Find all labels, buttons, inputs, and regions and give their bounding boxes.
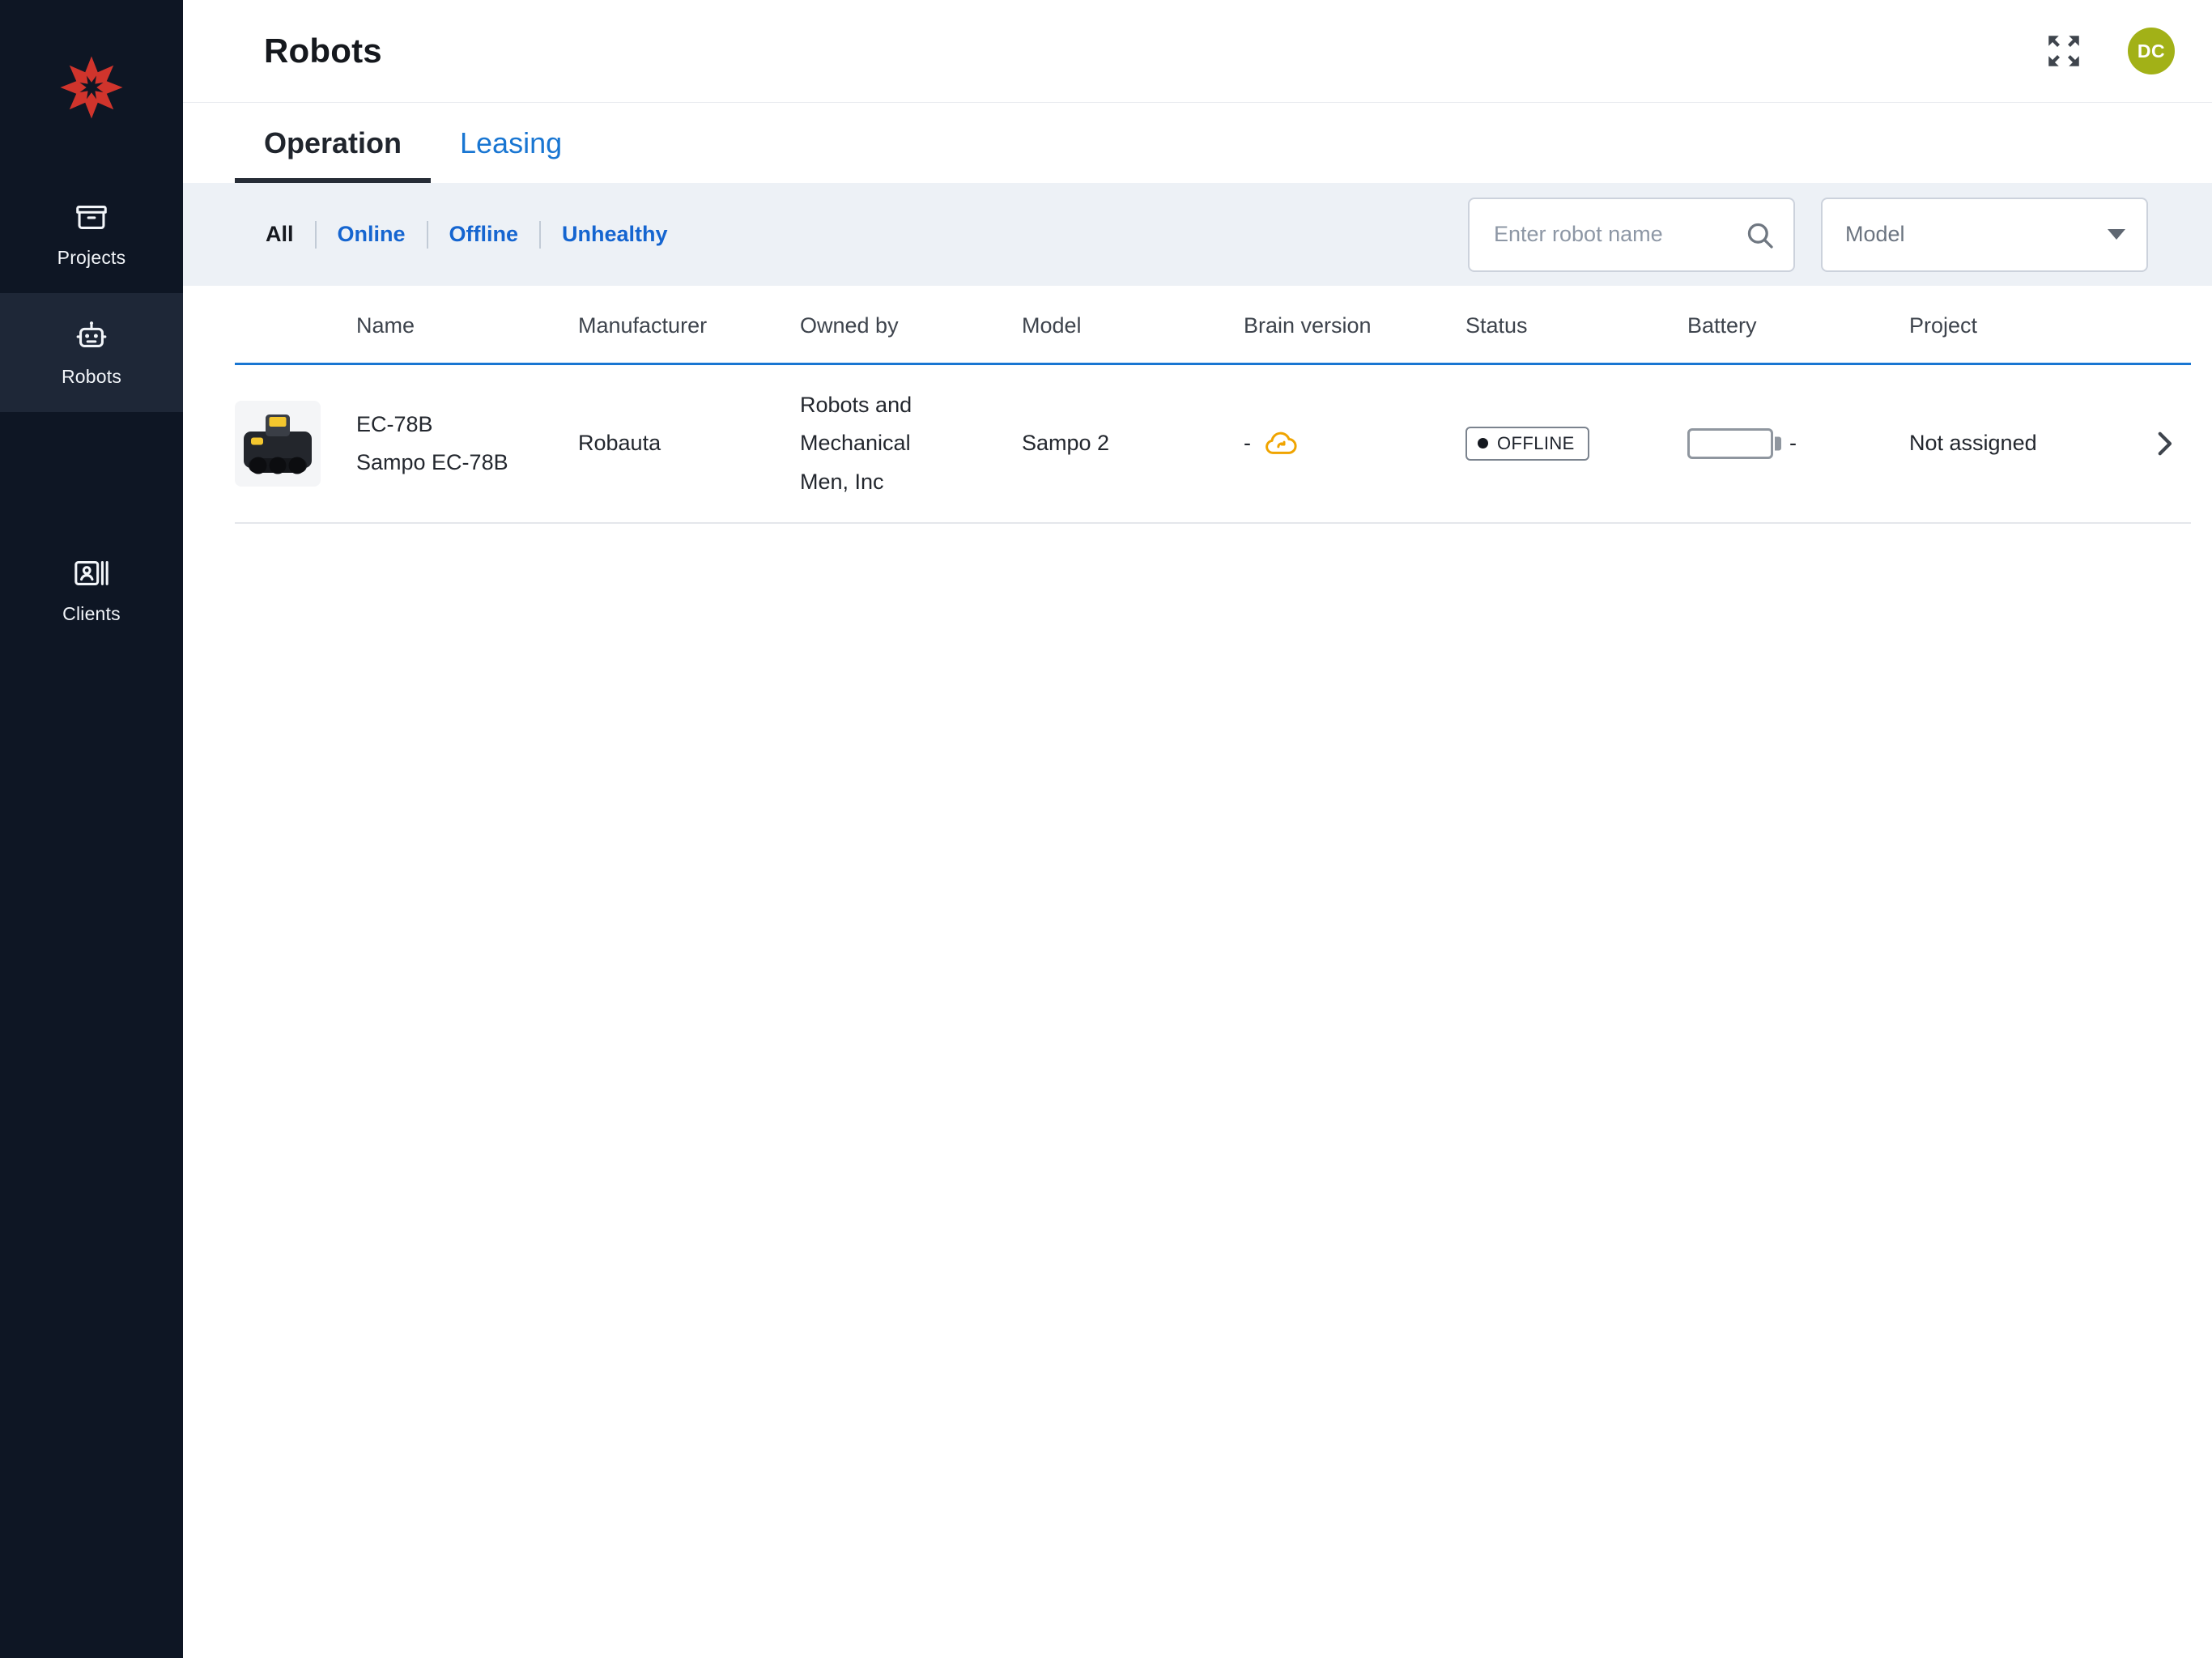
model-select-label: Model (1845, 222, 1905, 247)
cell-owned-by: Robots and Mechanical Men, Inc (800, 364, 1022, 523)
column-header-status: Status (1465, 286, 1687, 364)
topbar-actions: DC (2044, 28, 2175, 74)
cell-project: Not assigned (1909, 364, 2131, 523)
main-content: Robots DC Operation Leasing All Online O… (183, 0, 2212, 1658)
chevron-right-icon[interactable] (2147, 427, 2181, 461)
column-header-brain-version: Brain version (1244, 286, 1465, 364)
cloud-sync-icon (1264, 427, 1298, 461)
status-dot-icon (1478, 438, 1488, 449)
column-header-name: Name (356, 286, 578, 364)
cell-name: EC-78B Sampo EC-78B (356, 364, 578, 523)
robot-id: EC-78B (356, 406, 568, 444)
sidebar-item-clients[interactable]: Clients (0, 530, 183, 649)
page-title: Robots (264, 32, 382, 70)
cell-brain-version: - (1244, 364, 1465, 523)
app-root: Projects Robots (0, 0, 2212, 1658)
robot-thumbnail (235, 401, 321, 487)
expand-icon[interactable] (2044, 31, 2084, 71)
filter-bar: All Online Offline Unhealthy (183, 183, 2212, 286)
table-row[interactable]: EC-78B Sampo EC-78B Robauta Robots and M… (235, 364, 2191, 523)
robot-name: Sampo EC-78B (356, 444, 568, 482)
column-header-manufacturer: Manufacturer (578, 286, 800, 364)
search-input[interactable] (1492, 221, 1743, 248)
search-box (1468, 198, 1795, 272)
tabs: Operation Leasing (183, 103, 2212, 183)
robot-photo-icon (239, 405, 317, 483)
cell-actions (2131, 364, 2191, 523)
column-header-battery: Battery (1687, 286, 1909, 364)
box-icon (73, 198, 110, 236)
robots-table: Name Manufacturer Owned by Model Brain v… (183, 286, 2212, 524)
filter-offline[interactable]: Offline (428, 222, 540, 247)
quick-filters: All Online Offline Unhealthy (266, 221, 689, 249)
table-header-row: Name Manufacturer Owned by Model Brain v… (235, 286, 2191, 364)
filter-controls: Model (1468, 198, 2148, 272)
sidebar-item-label: Robots (62, 366, 121, 388)
model-select[interactable]: Model (1821, 198, 2148, 272)
cell-manufacturer: Robauta (578, 364, 800, 523)
column-header-project: Project (1909, 286, 2131, 364)
robot-thumbnail-cell (235, 364, 356, 523)
app-logo[interactable] (0, 0, 183, 174)
sidebar-item-projects[interactable]: Projects (0, 174, 183, 293)
status-label: OFFLINE (1497, 433, 1575, 454)
cell-status: OFFLINE (1465, 364, 1687, 523)
sidebar-item-label: Projects (57, 247, 126, 269)
column-header-owned-by: Owned by (800, 286, 1022, 364)
status-badge: OFFLINE (1465, 427, 1589, 461)
sidebar-item-robots[interactable]: Robots (0, 293, 183, 412)
column-header-actions (2131, 286, 2191, 364)
topbar: Robots DC (183, 0, 2212, 103)
avatar[interactable]: DC (2128, 28, 2175, 74)
column-header-image (235, 286, 356, 364)
battery-empty-icon (1687, 428, 1773, 459)
contacts-icon (73, 555, 110, 592)
cell-model: Sampo 2 (1022, 364, 1244, 523)
filter-unhealthy[interactable]: Unhealthy (541, 222, 689, 247)
tab-operation[interactable]: Operation (235, 103, 431, 183)
caret-down-icon (2108, 229, 2125, 240)
filter-online[interactable]: Online (317, 222, 427, 247)
sidebar-nav: Projects Robots (0, 174, 183, 649)
search-icon[interactable] (1743, 219, 1776, 251)
filter-all[interactable]: All (266, 222, 315, 247)
battery-value: - (1789, 431, 1797, 456)
brain-version-value: - (1244, 431, 1251, 456)
column-header-model: Model (1022, 286, 1244, 364)
tab-leasing[interactable]: Leasing (431, 103, 591, 183)
cell-battery: - (1687, 364, 1909, 523)
sidebar-item-label: Clients (62, 603, 121, 625)
sidebar: Projects Robots (0, 0, 183, 1658)
snowflake-logo-icon (57, 53, 126, 122)
robot-icon (73, 317, 110, 355)
